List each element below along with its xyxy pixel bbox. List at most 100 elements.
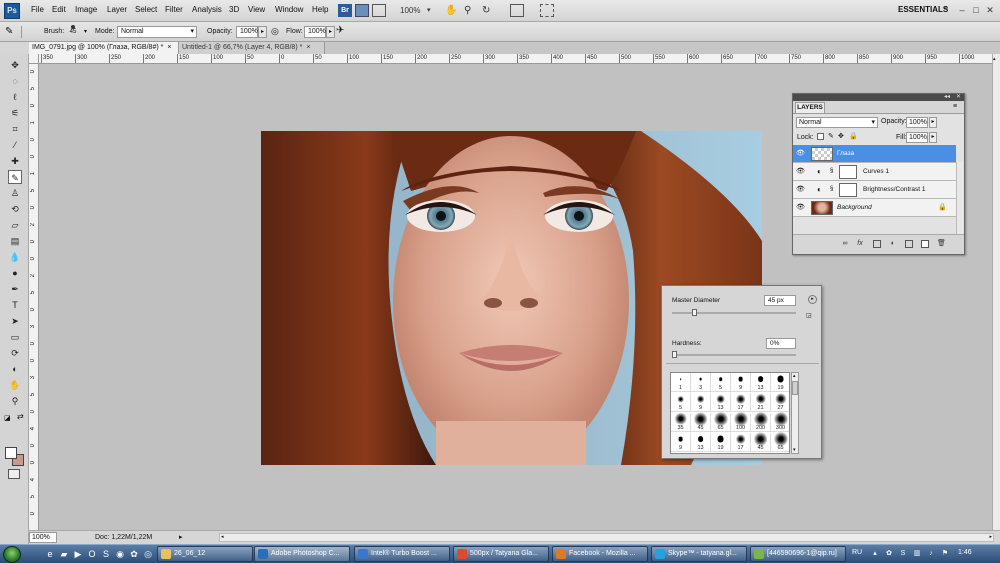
media-player-icon[interactable]: ▶ <box>72 548 84 560</box>
tray-volume-icon[interactable]: ♪ <box>926 549 936 559</box>
scroll-thumb[interactable] <box>792 381 798 395</box>
hand-tool-icon[interactable]: ✋ <box>8 378 22 392</box>
lock-position-icon[interactable]: ✥ <box>838 132 844 140</box>
close-icon[interactable]: ✕ <box>956 93 961 100</box>
picker-menu-icon[interactable]: ▸ <box>808 295 817 304</box>
brush-preset-picker[interactable]: 45 <box>66 24 80 40</box>
minimize-icon[interactable]: – <box>956 4 968 16</box>
hardness-track[interactable] <box>672 354 796 356</box>
layer-opacity-field[interactable]: 100% <box>906 117 928 128</box>
opera-icon[interactable]: O <box>86 548 98 560</box>
chevron-right-icon[interactable]: » <box>944 5 948 12</box>
brush-preset[interactable]: 17 <box>731 393 751 412</box>
brush-preset[interactable]: 45 <box>691 412 711 432</box>
taskbar-button[interactable]: Skype™ - tatyana.gl... <box>651 546 747 562</box>
brush-preset[interactable]: 13 <box>691 433 711 452</box>
arrange-documents-icon[interactable] <box>510 4 524 17</box>
eyedropper-tool-icon[interactable]: ⁄ <box>8 138 22 152</box>
menu-3d[interactable]: 3D <box>229 5 239 14</box>
mode-dropdown[interactable]: Normal ▾ <box>117 26 197 38</box>
tab-img-0791[interactable]: IMG_0791.jpg @ 100% (Глаза, RGB/8#) * × <box>29 42 179 54</box>
brush-preset[interactable]: 27 <box>771 393 789 412</box>
close-icon[interactable]: × <box>306 44 310 51</box>
flow-field[interactable]: 100% <box>304 26 326 38</box>
chevron-down-icon[interactable]: ▾ <box>84 28 87 35</box>
trash-icon[interactable]: 🗑 <box>937 240 946 248</box>
view-extras-icon[interactable] <box>372 4 386 17</box>
new-preset-icon[interactable]: ◲ <box>806 312 812 319</box>
history-brush-tool-icon[interactable]: ⟲ <box>8 202 22 216</box>
collapse-icon[interactable]: ◂◂ <box>944 93 950 100</box>
link-layers-icon[interactable]: ∞ <box>841 240 849 248</box>
arrow-right-icon[interactable]: ▸ <box>989 534 992 540</box>
hand-icon[interactable]: ✋ <box>445 4 457 17</box>
layers-scrollbar[interactable] <box>956 162 963 234</box>
arrow-down-icon[interactable]: ▾ <box>793 447 796 453</box>
horizontal-scrollbar[interactable]: ◂ ▸ <box>219 533 994 542</box>
clone-stamp-tool-icon[interactable]: ♙ <box>8 186 22 200</box>
marquee-tool-icon[interactable]: ◌ <box>8 74 22 88</box>
visibility-eye-icon[interactable]: 👁 <box>796 185 805 194</box>
rotate-view-icon[interactable]: ↻ <box>482 4 490 17</box>
brush-preset[interactable]: 13 <box>711 393 731 412</box>
chevron-down-icon[interactable]: ▾ <box>427 4 431 17</box>
menu-help[interactable]: Help <box>312 5 328 14</box>
menu-edit[interactable]: Edit <box>52 5 66 14</box>
gradient-tool-icon[interactable]: ▤ <box>8 234 22 248</box>
opacity-slider-button[interactable]: ▸ <box>929 117 937 128</box>
taskbar-button[interactable]: [446590696-1@qip.ru] <box>750 546 846 562</box>
visibility-eye-icon[interactable]: 👁 <box>796 149 805 158</box>
taskbar-button[interactable]: 26_06_12 <box>157 546 253 562</box>
menu-window[interactable]: Window <box>275 5 303 14</box>
brush-preset[interactable]: 9 <box>671 433 691 452</box>
status-menu-icon[interactable]: ▸ <box>179 533 183 541</box>
brush-preset[interactable]: 65 <box>711 412 731 432</box>
brush-preset[interactable]: 3 <box>691 373 711 392</box>
brush-preset[interactable]: 13 <box>751 373 771 392</box>
airbrush-icon[interactable]: ✈ <box>336 25 344 36</box>
vertical-scrollbar[interactable]: ▴ <box>992 54 1000 530</box>
taskbar-button[interactable]: 500px / Tatyana Gla... <box>453 546 549 562</box>
brush-preset[interactable]: 65 <box>771 432 789 452</box>
menu-file[interactable]: File <box>31 5 44 14</box>
layer-style-icon[interactable]: fx <box>856 240 864 248</box>
tray-qip-icon[interactable]: ✿ <box>884 549 894 559</box>
master-diameter-track[interactable] <box>672 312 796 314</box>
menu-analysis[interactable]: Analysis <box>192 5 222 14</box>
taskbar-button[interactable]: Facebook - Mozilla ... <box>552 546 648 562</box>
brush-preset[interactable]: 17 <box>731 433 751 452</box>
lock-transparency-icon[interactable] <box>817 133 824 140</box>
tray-up-icon[interactable]: ▴ <box>870 549 880 559</box>
taskbar-button[interactable]: Adobe Photoshop C... <box>254 546 350 562</box>
close-icon[interactable]: ✕ <box>984 4 996 16</box>
qip-icon[interactable]: ✿ <box>128 548 140 560</box>
lock-pixels-icon[interactable]: ✎ <box>828 132 834 140</box>
close-icon[interactable]: × <box>167 44 171 51</box>
visibility-eye-icon[interactable]: 👁 <box>796 203 805 212</box>
opacity-field[interactable]: 100% <box>236 26 258 38</box>
start-button[interactable] <box>3 546 21 563</box>
quick-selection-tool-icon[interactable]: ⚟ <box>8 106 22 120</box>
brush-tool-icon[interactable]: ✎ <box>8 170 22 184</box>
brush-preset[interactable]: 19 <box>711 433 731 452</box>
zoom-level[interactable]: 100% <box>400 4 420 17</box>
tray-network-icon[interactable]: ▥ <box>912 549 922 559</box>
new-group-icon[interactable] <box>905 240 913 248</box>
clock[interactable]: 1:46 <box>958 549 972 556</box>
bridge-icon[interactable]: Br <box>338 4 352 17</box>
brush-preset[interactable]: 200 <box>751 412 771 432</box>
master-diameter-slider[interactable] <box>692 309 698 316</box>
ruler-vertical[interactable]: 0 5 0 1 0 0 1 5 0 2 0 0 2 5 0 3 0 0 3 5 0 4 0 0 4 5 0 <box>29 64 39 530</box>
chrome-icon[interactable]: ◎ <box>142 548 154 560</box>
menu-layer[interactable]: Layer <box>107 5 127 14</box>
quick-mask-icon[interactable] <box>8 469 20 479</box>
arrow-up-icon[interactable]: ▴ <box>993 56 996 62</box>
layer-row-glaza[interactable]: 👁 Глаза <box>793 145 956 163</box>
screen-mode-icon[interactable] <box>540 4 554 17</box>
fill-slider-button[interactable]: ▸ <box>929 132 937 143</box>
foreground-color-swatch[interactable] <box>5 447 17 459</box>
3d-orbit-tool-icon[interactable]: ◐ <box>8 362 22 376</box>
3d-rotate-tool-icon[interactable]: ⟳ <box>8 346 22 360</box>
brush-preset[interactable]: 35 <box>671 412 691 432</box>
master-diameter-field[interactable]: 45 px <box>764 295 796 306</box>
